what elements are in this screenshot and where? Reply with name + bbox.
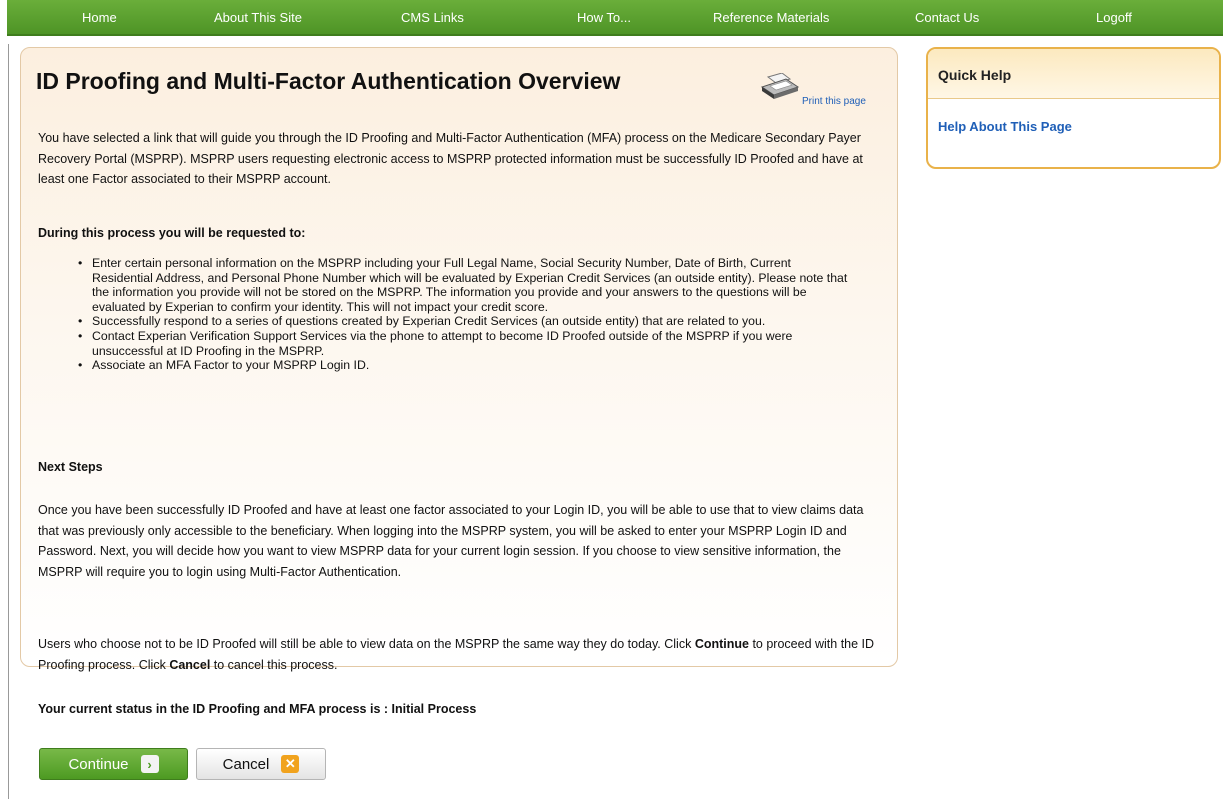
requested-heading: During this process you will be requeste… — [38, 226, 306, 240]
choose-text: Users who choose not to be ID Proofed wi… — [38, 637, 695, 651]
page-frame-border — [8, 44, 9, 799]
nav-home[interactable]: Home — [82, 10, 117, 25]
help-about-page-link[interactable]: Help About This Page — [938, 119, 1072, 134]
process-steps-list: Enter certain personal information on th… — [78, 256, 852, 373]
nav-contact-us[interactable]: Contact Us — [915, 10, 979, 25]
continue-label: Continue — [68, 755, 129, 773]
top-navigation-bar: Home About This Site CMS Links How To...… — [7, 0, 1223, 36]
nav-how-to[interactable]: How To... — [577, 10, 631, 25]
close-icon: ✕ — [281, 755, 300, 773]
next-steps-heading: Next Steps — [38, 460, 103, 474]
nav-cms-links[interactable]: CMS Links — [401, 10, 464, 25]
quick-help-title: Quick Help — [928, 49, 1219, 99]
list-item: Successfully respond to a series of ques… — [78, 314, 852, 329]
nav-logoff[interactable]: Logoff — [1096, 10, 1132, 25]
choose-text: to cancel this process. — [210, 657, 338, 672]
choose-paragraph: Users who choose not to be ID Proofed wi… — [38, 634, 884, 675]
cancel-label: Cancel — [222, 755, 270, 773]
continue-button[interactable]: Continue › — [39, 748, 188, 780]
print-page-link[interactable]: Print this page — [802, 96, 866, 107]
printer-icon[interactable] — [760, 73, 800, 101]
nav-reference-materials[interactable]: Reference Materials — [713, 10, 829, 25]
cancel-button[interactable]: Cancel ✕ — [196, 748, 326, 780]
choose-cancel-word: Cancel — [169, 657, 211, 672]
page-title: ID Proofing and Multi-Factor Authenticat… — [36, 68, 621, 94]
status-text: Your current status in the ID Proofing a… — [38, 702, 477, 716]
arrow-right-icon: › — [140, 755, 159, 773]
list-item: Enter certain personal information on th… — [78, 256, 852, 314]
list-item: Contact Experian Verification Support Se… — [78, 329, 852, 358]
quick-help-panel: Quick Help Help About This Page — [926, 47, 1221, 169]
intro-paragraph: You have selected a link that will guide… — [38, 131, 863, 186]
next-steps-paragraph: Once you have been successfully ID Proof… — [38, 503, 864, 579]
choose-continue-word: Continue — [694, 637, 749, 651]
list-item: Associate an MFA Factor to your MSPRP Lo… — [78, 358, 852, 373]
nav-about-this-site[interactable]: About This Site — [214, 10, 302, 25]
